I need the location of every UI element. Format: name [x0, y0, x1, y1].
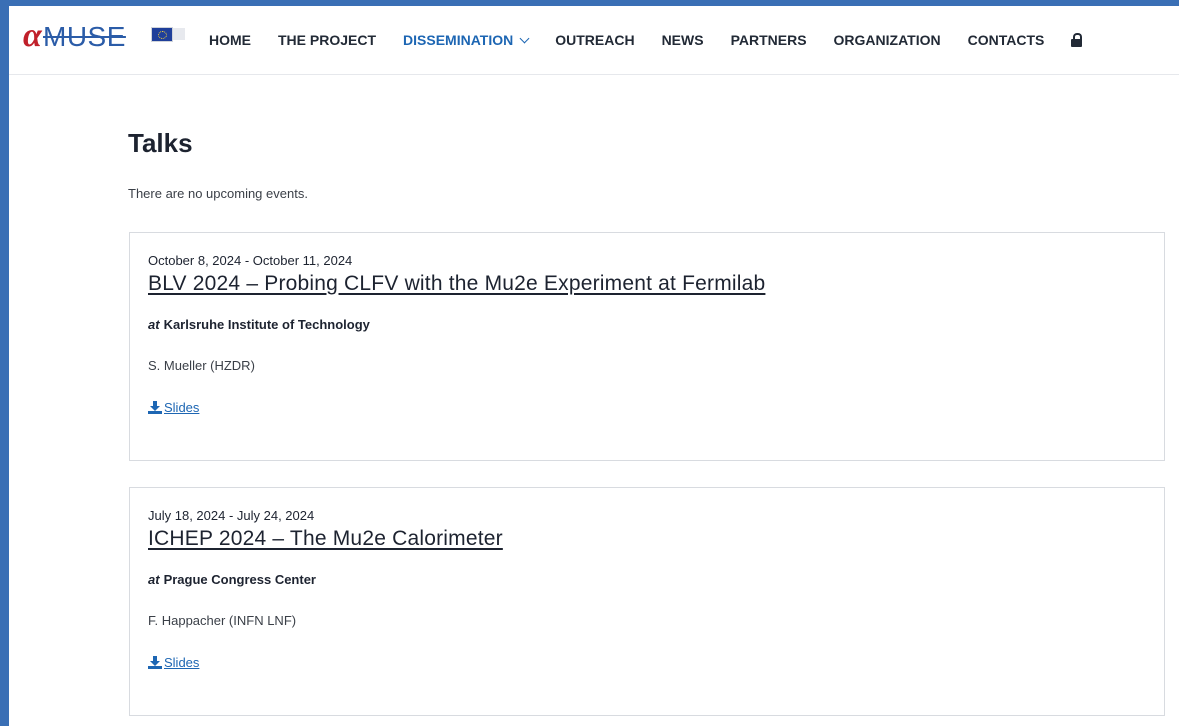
- nav-outreach[interactable]: OUTREACH: [555, 32, 634, 48]
- nav-dissemination[interactable]: DISSEMINATION: [403, 32, 530, 48]
- download-icon: [148, 656, 162, 669]
- talk-speaker: F. Happacher (INFN LNF): [148, 613, 297, 628]
- nav-partners[interactable]: PARTNERS: [731, 32, 807, 48]
- talk-title-link[interactable]: ICHEP 2024 – The Mu2e Calorimeter: [148, 527, 503, 551]
- nav-organization[interactable]: ORGANIZATION: [834, 32, 941, 48]
- nav-news[interactable]: NEWS: [662, 32, 704, 48]
- slides-download-link[interactable]: Slides: [148, 655, 199, 670]
- page-title: Talks: [128, 128, 193, 158]
- talk-venue: at Prague Congress Center: [148, 572, 316, 587]
- nav-contacts[interactable]: CONTACTS: [968, 32, 1045, 48]
- no-events-notice: There are no upcoming events.: [128, 186, 308, 201]
- talk-speaker: S. Mueller (HZDR): [148, 358, 255, 373]
- logo-alpha: α: [23, 17, 42, 54]
- venue-at-label: at: [148, 572, 160, 587]
- talk-card: July 18, 2024 - July 24, 2024 ICHEP 2024…: [129, 487, 1165, 716]
- venue-at-label: at: [148, 317, 160, 332]
- nav-home[interactable]: HOME: [209, 32, 251, 48]
- chevron-down-icon: [519, 33, 530, 43]
- talk-dates: July 18, 2024 - July 24, 2024: [148, 508, 315, 523]
- nav-dissemination-label: DISSEMINATION: [403, 32, 514, 48]
- venue-name: Karlsruhe Institute of Technology: [163, 317, 370, 332]
- window-frame-left: [0, 0, 9, 726]
- main-nav: HOME THE PROJECT DISSEMINATION OUTREACH …: [209, 6, 1083, 74]
- talk-dates: October 8, 2024 - October 11, 2024: [148, 253, 353, 268]
- nav-the-project[interactable]: THE PROJECT: [278, 32, 376, 48]
- slides-label: Slides: [164, 400, 200, 415]
- eu-flag-icon: [151, 27, 173, 42]
- talk-venue: at Karlsruhe Institute of Technology: [148, 317, 370, 332]
- venue-name: Prague Congress Center: [163, 572, 316, 587]
- site-logo[interactable]: α MUSE: [23, 17, 193, 54]
- lock-icon[interactable]: [1071, 33, 1083, 47]
- slides-download-link[interactable]: Slides: [148, 400, 199, 415]
- talk-card: October 8, 2024 - October 11, 2024 BLV 2…: [129, 232, 1165, 461]
- talk-title-link[interactable]: BLV 2024 – Probing CLFV with the Mu2e Ex…: [148, 272, 765, 296]
- logo-wordmark: MUSE: [43, 21, 126, 52]
- download-icon: [148, 401, 162, 414]
- logo-decoration: [173, 28, 185, 40]
- site-header: α MUSE HOME THE PROJECT DISSEMINATION OU…: [9, 6, 1179, 75]
- slides-label: Slides: [164, 655, 200, 670]
- lock-body: [1071, 39, 1083, 47]
